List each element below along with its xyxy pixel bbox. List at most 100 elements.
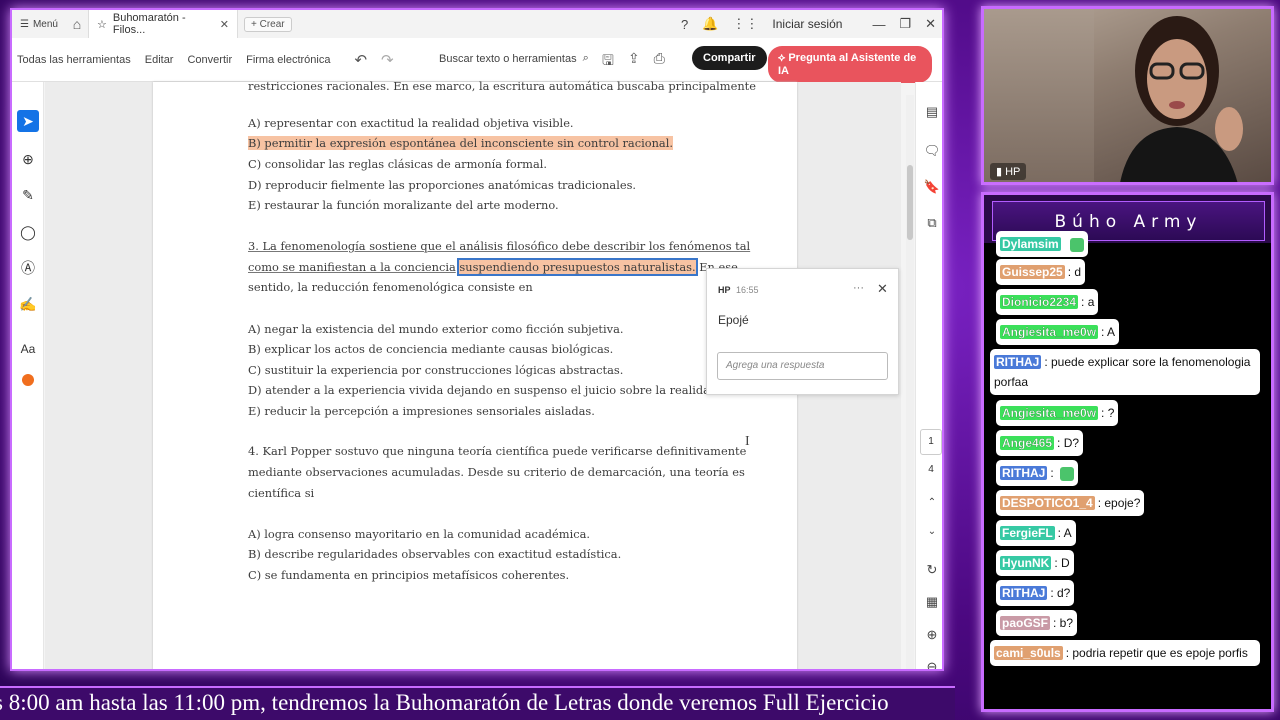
- all-tools-menu[interactable]: Todas las herramientas: [17, 54, 131, 66]
- tab-document[interactable]: ☆ Buhomaratón - Filos... ✕: [87, 10, 238, 38]
- edit-menu[interactable]: Editar: [145, 54, 174, 66]
- maximize-icon[interactable]: ❐: [899, 16, 911, 32]
- scrollbar-thumb[interactable]: [907, 165, 913, 240]
- menu-button[interactable]: ☰ Menú: [12, 19, 66, 30]
- upload-icon[interactable]: ⇪: [628, 50, 640, 74]
- search-icon: ⌕: [582, 52, 589, 64]
- chat-message: HyunNK: D: [996, 550, 1074, 576]
- page-down-icon[interactable]: ⌄: [922, 526, 942, 537]
- chat-message: cami_s0uls: podria repetir que es epoje …: [990, 640, 1260, 666]
- toolbar-icons: 🖫 ⇪ ⎙: [602, 50, 665, 74]
- q4-line-1: 4. Karl Popper sostuvo que ninguna teorí…: [248, 444, 747, 458]
- close-window-icon[interactable]: ✕: [925, 16, 936, 32]
- doc-line-top: restricciones racionales. En ese marco, …: [248, 79, 757, 93]
- signin-link[interactable]: Iniciar sesión: [772, 17, 842, 31]
- titlebar-right: ? 🔔 ⋮⋮ Iniciar sesión — ❐ ✕: [681, 10, 936, 38]
- emote-icon: [1069, 237, 1084, 252]
- chat-username[interactable]: Dionicio2234: [1000, 295, 1079, 309]
- page-total: 4: [928, 464, 934, 475]
- apps-grid-icon[interactable]: ⋮⋮: [732, 16, 758, 32]
- pdf-app-window: ☰ Menú ⌂ ☆ Buhomaratón - Filos... ✕ + Cr…: [10, 8, 944, 671]
- chat-message: Angiesita_me0w: A: [996, 319, 1120, 345]
- comment-author: HP: [718, 285, 731, 295]
- chat-username[interactable]: cami_s0uls: [994, 646, 1063, 660]
- comment-time: 16:55: [736, 285, 759, 295]
- reply-input[interactable]: Agrega una respuesta: [717, 352, 888, 380]
- pen-icon[interactable]: ✎: [17, 184, 39, 206]
- webcam-label-text: HP: [1005, 166, 1021, 178]
- add-comment-icon[interactable]: ⊕: [17, 148, 39, 170]
- main-toolbar: Todas las herramientas Editar Convertir …: [12, 38, 942, 83]
- comment-text: Epojé: [718, 313, 749, 327]
- streamer-silhouette: [1120, 16, 1243, 182]
- star-icon[interactable]: ☆: [97, 18, 107, 31]
- convert-menu[interactable]: Convertir: [187, 54, 232, 66]
- help-icon[interactable]: ?: [681, 17, 688, 32]
- undo-icon[interactable]: ↶: [354, 51, 367, 69]
- bookmark-icon[interactable]: 🔖: [922, 179, 942, 195]
- comments-panel-icon[interactable]: 🗨: [922, 143, 942, 159]
- zoom-out-icon[interactable]: ⊖: [922, 659, 942, 669]
- chat-username[interactable]: Angiesita_me0w: [1000, 406, 1099, 420]
- chat-message: RITHAJ: d?: [996, 580, 1075, 606]
- vertical-scrollbar[interactable]: [906, 95, 914, 669]
- chat-message: Ange465: D?: [996, 430, 1084, 456]
- new-tab-button[interactable]: + Crear: [243, 16, 292, 32]
- q3-option-e: E) reducir la percepción a impresiones s…: [248, 404, 595, 418]
- q2-option-d: D) reproducir fielmente las proporciones…: [248, 178, 637, 192]
- lasso-icon[interactable]: ◯: [17, 221, 39, 243]
- chat-text: : epoje?: [1097, 496, 1141, 510]
- home-icon[interactable]: ⌂: [66, 16, 88, 32]
- search-tools[interactable]: Buscar texto o herramientas ⌕: [439, 52, 589, 65]
- redo-icon[interactable]: ↷: [381, 51, 394, 69]
- chat-username[interactable]: Ange465: [1000, 436, 1055, 450]
- chat-username[interactable]: paoGSF: [1000, 616, 1051, 630]
- bell-icon[interactable]: 🔔: [702, 16, 718, 32]
- q3-line-2a: como se manifiestan a la conciencia: [248, 260, 456, 274]
- pages-icon[interactable]: ⧉: [922, 215, 942, 231]
- menu-label: Menú: [32, 18, 58, 30]
- q3-option-d: D) atender a la experiencia vivida dejan…: [248, 383, 721, 397]
- zoom-in-icon[interactable]: ⊕: [922, 627, 942, 643]
- chat-username[interactable]: Dylamsim: [1000, 237, 1061, 251]
- close-comment-icon[interactable]: ✕: [877, 281, 888, 297]
- chat-username[interactable]: HyunNK: [1000, 556, 1052, 570]
- page-number-input[interactable]: 1: [920, 429, 942, 455]
- q2-option-e: E) restaurar la función moralizante del …: [248, 198, 559, 212]
- q2-option-a: A) representar con exactitud la realidad…: [248, 116, 574, 130]
- q3-option-a: A) negar la existencia del mundo exterio…: [248, 322, 624, 336]
- ai-assistant-label: Pregunta al Asistente de IA: [778, 52, 917, 77]
- refresh-icon[interactable]: ↻: [922, 562, 942, 578]
- chat-username[interactable]: Angiesita_me0w: [1000, 325, 1099, 339]
- close-tab-icon[interactable]: ✕: [220, 18, 229, 31]
- q3-highlight-selection[interactable]: suspendiendo presupuestos naturalistas.: [457, 258, 698, 276]
- page-up-icon[interactable]: ⌃: [922, 497, 942, 508]
- chat-message: paoGSF: b?: [996, 610, 1078, 636]
- color-picker[interactable]: [17, 369, 39, 391]
- select-cursor-icon[interactable]: ➤: [17, 110, 39, 132]
- q4-option-a: A) logra consenso mayoritario en la comu…: [248, 527, 590, 541]
- q3-line-3: sentido, la reducción fenomenológica con…: [248, 280, 533, 294]
- ai-assistant-button[interactable]: ⟡ Pregunta al Asistente de IA: [768, 46, 932, 83]
- chat-username[interactable]: Guissep25: [1000, 265, 1065, 279]
- chat-username[interactable]: RITHAJ: [1000, 466, 1048, 480]
- chat-username[interactable]: RITHAJ: [994, 355, 1042, 369]
- text-size-icon[interactable]: Aa: [17, 338, 39, 360]
- save-icon[interactable]: 🖫: [602, 50, 614, 74]
- ai-summary-icon[interactable]: ▤: [922, 104, 942, 120]
- chat-text: : A: [1057, 526, 1072, 540]
- chat-messages: Dylamsim Guissep25: d Dionicio2234: a Angie…: [984, 231, 1271, 709]
- new-tab-label: Crear: [259, 18, 285, 30]
- q3-option-c: C) sustituir la experiencia por construc…: [248, 363, 624, 377]
- sign-icon[interactable]: ✍: [17, 293, 39, 315]
- chat-username[interactable]: DESPOTICO1_4: [1000, 496, 1095, 510]
- page-export-icon[interactable]: ▦: [922, 594, 942, 610]
- print-icon[interactable]: ⎙: [654, 50, 665, 74]
- more-options-icon[interactable]: ···: [853, 282, 864, 294]
- esign-menu[interactable]: Firma electrónica: [246, 54, 330, 66]
- minimize-icon[interactable]: —: [872, 17, 885, 32]
- chat-username[interactable]: RITHAJ: [1000, 586, 1048, 600]
- share-button[interactable]: Compartir: [692, 46, 767, 70]
- text-box-icon[interactable]: Ⓐ: [17, 257, 39, 279]
- chat-username[interactable]: FergieFL: [1000, 526, 1055, 540]
